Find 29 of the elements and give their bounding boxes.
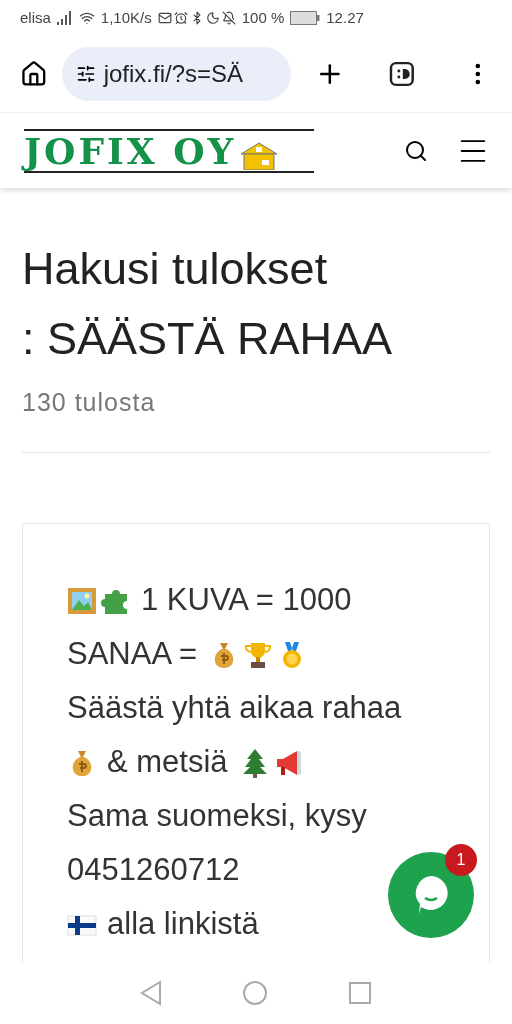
- url-text: jofix.fi/?s=SÄ: [103, 59, 244, 89]
- search-icon[interactable]: [404, 138, 428, 163]
- card-text-line: & metsiä: [107, 743, 228, 782]
- mail-icon: [157, 11, 172, 25]
- battery-icon: [290, 11, 321, 25]
- alarm-icon: [173, 11, 188, 25]
- address-bar[interactable]: jofix.fi/?s=SÄ: [61, 47, 292, 101]
- home-icon[interactable]: [20, 60, 48, 88]
- network-speed: 1,10K/s: [100, 7, 152, 28]
- battery-percent: 100 %: [241, 7, 285, 28]
- card-text-line: alla linkistä: [107, 905, 259, 944]
- signal-icon: [56, 11, 73, 25]
- framed-picture-icon: [67, 585, 97, 616]
- results-heading: Hakusi tulokset : SÄÄSTÄ RAHAA: [22, 242, 394, 366]
- card-text-line: Sama suomeksi, kysy: [67, 797, 367, 836]
- clock-time: 12.27: [326, 7, 364, 28]
- house-icon: [240, 141, 279, 170]
- results-count: 130 tulosta: [22, 387, 157, 418]
- card-text-line: Säästä yhtä aikaa rahaa: [67, 689, 402, 728]
- tab-switcher-icon[interactable]: [388, 61, 415, 87]
- muted-bell-icon: [221, 11, 236, 25]
- wifi-icon: [78, 10, 95, 26]
- notification-badge: 1: [445, 844, 477, 876]
- card-text-line: 0451260712: [67, 851, 240, 890]
- carrier-name: elisa: [20, 7, 51, 28]
- site-settings-icon: [75, 64, 96, 84]
- card-text-line: SANAA =: [67, 635, 198, 674]
- card-text-line: 1 KUVA = 1000: [141, 581, 352, 620]
- moon-icon: [205, 11, 220, 25]
